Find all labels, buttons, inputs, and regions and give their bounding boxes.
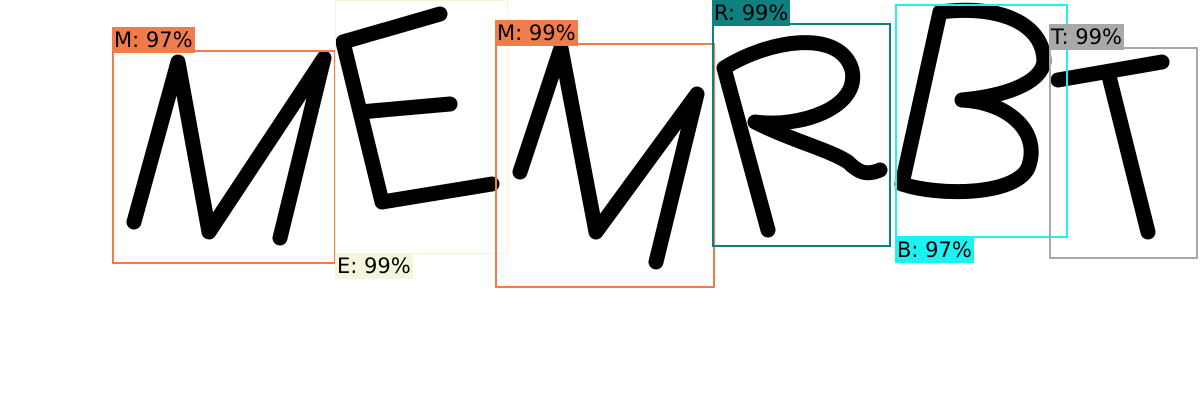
detection-box-m-2 <box>495 43 715 288</box>
detection-box-t <box>1049 47 1198 259</box>
detection-label-e: E: 99% <box>335 253 413 279</box>
captcha-detection-image: M: 97% E: 99% M: 99% R: 99% B: 97% T: 99… <box>0 0 1200 420</box>
detection-label-m-2: M: 99% <box>495 20 578 46</box>
detection-box-m-1 <box>112 50 336 264</box>
detection-box-e <box>335 0 508 254</box>
detection-label-t: T: 99% <box>1049 24 1124 50</box>
detection-label-b: B: 97% <box>895 237 974 263</box>
detection-box-r <box>712 23 891 247</box>
detection-box-b <box>895 4 1068 238</box>
detection-label-r: R: 99% <box>712 0 791 26</box>
detection-label-m-1: M: 97% <box>112 27 195 53</box>
